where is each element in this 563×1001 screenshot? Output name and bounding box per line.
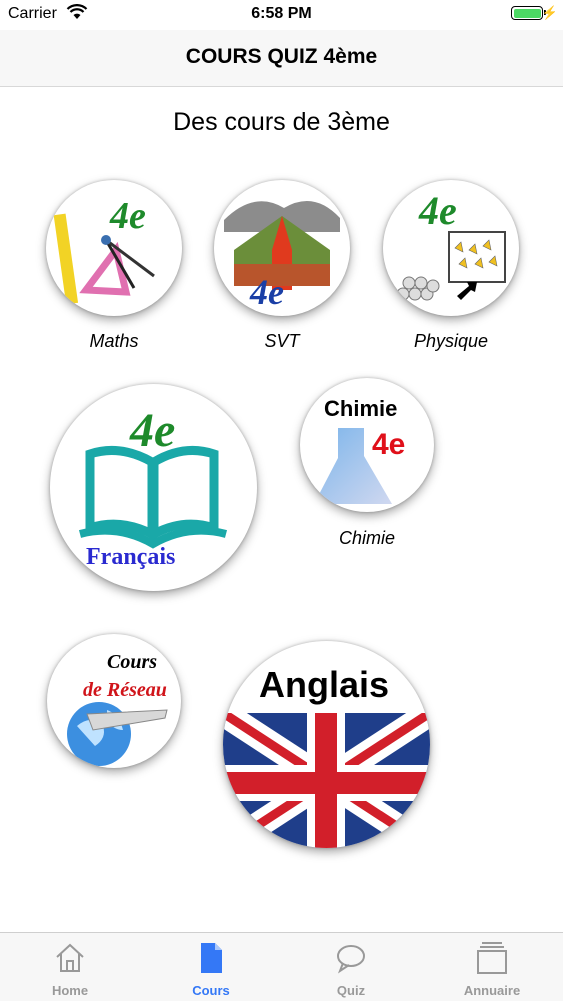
tab-annuaire-label: Annuaire <box>463 983 521 998</box>
francais-badge: 4e <box>129 404 175 457</box>
charging-bolt-icon: ⚡ <box>541 5 558 20</box>
chimie-flask-logo-icon: Chimie 4e <box>314 396 405 504</box>
francais-book-logo-icon: 4e Français <box>78 404 228 570</box>
status-time: 6:58 PM <box>251 5 312 22</box>
folder-icon <box>477 942 507 974</box>
physique-logo-icon: 4e <box>396 188 506 301</box>
page-title: COURS QUIZ 4ème <box>185 45 378 68</box>
chimie-badge: 4e <box>372 428 405 461</box>
course-chimie-label: Chimie <box>338 528 395 548</box>
tab-home[interactable]: Home <box>0 933 140 1001</box>
course-anglais-button[interactable]: Anglais <box>223 641 430 848</box>
course-svt-button[interactable]: 4e <box>214 180 350 316</box>
home-icon <box>56 943 84 972</box>
chat-bubble-icon <box>337 945 365 974</box>
document-icon <box>201 943 222 973</box>
tab-quiz-label: Quiz <box>336 983 366 998</box>
anglais-union-jack-logo-icon: Anglais <box>223 664 430 848</box>
tab-cours-label: Cours <box>192 983 230 998</box>
course-chimie-button[interactable]: Chimie 4e <box>300 378 434 512</box>
status-bar: Carrier 6:58 PM ⚡ <box>0 0 563 30</box>
tab-quiz[interactable]: Quiz <box>281 933 421 1001</box>
course-svt-label: SVT <box>264 331 300 351</box>
chimie-logo-text: Chimie <box>324 396 397 421</box>
course-physique-button[interactable]: 4e <box>383 180 519 316</box>
reseau-logo-text-2: de Réseau <box>83 679 167 701</box>
svt-volcano-logo-icon: 4e <box>224 200 340 312</box>
tab-bar: Home Cours Quiz Annuaire <box>0 932 563 1001</box>
svt-badge: 4e <box>249 272 284 312</box>
maths-logo-icon: 4e <box>53 195 155 305</box>
reseau-logo-text-1: Cours <box>107 651 157 673</box>
course-reseau-button[interactable]: Cours de Réseau <box>47 634 181 768</box>
reseau-globe-logo-icon: Cours de Réseau <box>67 651 168 766</box>
maths-badge: 4e <box>109 195 146 237</box>
section-title: Des cours de 3ème <box>173 108 390 136</box>
tab-cours[interactable]: Cours <box>141 933 281 1001</box>
tab-home-label: Home <box>51 983 89 998</box>
course-maths-button[interactable]: 4e <box>46 180 182 316</box>
course-francais-button[interactable]: 4e Français <box>50 384 257 591</box>
course-physique-label: Physique <box>413 331 489 351</box>
physique-badge: 4e <box>418 188 457 233</box>
course-maths-label: Maths <box>89 331 139 351</box>
anglais-logo-text: Anglais <box>259 664 389 705</box>
tab-annuaire[interactable]: Annuaire <box>422 933 562 1001</box>
navigation-bar: COURS QUIZ 4ème <box>0 30 563 87</box>
francais-logo-text: Français <box>86 544 175 570</box>
battery-icon <box>511 6 546 20</box>
